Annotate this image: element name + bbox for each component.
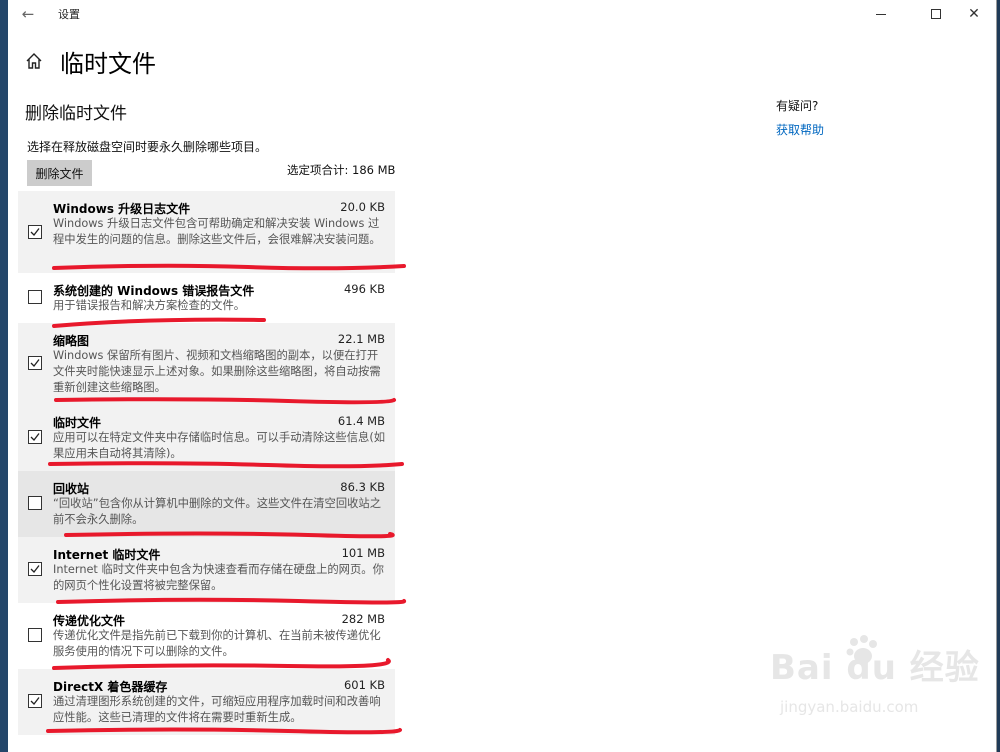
list-item-windows-upgrade-logs[interactable]: Windows 升级日志文件 20.0 KB Windows 升级日志文件包含可… xyxy=(18,191,395,273)
home-icon[interactable] xyxy=(25,52,43,70)
item-title: Windows 升级日志文件 xyxy=(53,202,191,216)
item-size: 101 MB xyxy=(341,546,385,560)
item-description: 应用可以在特定文件夹中存储临时信息。可以手动清除这些信息(如果应用未自动将其清除… xyxy=(53,431,386,460)
page-title: 临时文件 xyxy=(60,50,156,78)
checkmark-icon xyxy=(30,228,40,236)
watermark-url: jingyan.baidu.com xyxy=(780,698,919,716)
item-size: 22.1 MB xyxy=(337,332,385,346)
delete-files-button[interactable]: 删除文件 xyxy=(27,160,92,186)
checkmark-icon xyxy=(30,565,40,573)
item-size: 601 KB xyxy=(343,678,385,692)
item-description: Internet 临时文件夹中包含为快速查看而存储在硬盘上的网页。你的网页个性化… xyxy=(53,563,384,592)
checkbox-thumbnails[interactable] xyxy=(28,356,42,370)
close-button[interactable]: ✕ xyxy=(952,0,996,28)
checkbox-error-reports[interactable] xyxy=(28,290,42,304)
settings-window: ← 设置 ✕ 临时文件 删除临时文件 选择在释放磁盘空间时要永久删除哪些项目。 … xyxy=(8,0,997,752)
item-title: 系统创建的 Windows 错误报告文件 xyxy=(53,284,255,298)
list-item-thumbnails[interactable]: 缩略图 22.1 MB Windows 保留所有图片、视频和文档缩略图的副本，以… xyxy=(18,323,395,405)
list-item-error-reports[interactable]: 系统创建的 Windows 错误报告文件 496 KB 用于错误报告和解决方案检… xyxy=(18,273,395,323)
list-item-recycle-bin[interactable]: 回收站 86.3 KB “回收站”包含你从计算机中删除的文件。这些文件在清空回收… xyxy=(18,471,395,537)
list-item-delivery-optimization[interactable]: 传递优化文件 282 MB 传递优化文件是指先前已下载到你的计算机、在当前未被传… xyxy=(18,603,395,669)
list-item-directx-shader-cache[interactable]: DirectX 着色器缓存 601 KB 通过清理图形系统创建的文件，可缩短应用… xyxy=(18,669,395,735)
maximize-icon xyxy=(931,9,941,19)
list-item-temporary-files[interactable]: 临时文件 61.4 MB 应用可以在特定文件夹中存储临时信息。可以手动清除这些信… xyxy=(18,405,395,471)
item-title: Internet 临时文件 xyxy=(53,548,161,562)
checkbox-delivery-optimization[interactable] xyxy=(28,628,42,642)
section-title: 删除临时文件 xyxy=(25,104,127,124)
back-arrow-icon[interactable]: ← xyxy=(14,2,42,26)
checkbox-directx-shader-cache[interactable] xyxy=(28,694,42,708)
checkbox-internet-temp-files[interactable] xyxy=(28,562,42,576)
item-size: 61.4 MB xyxy=(337,414,385,428)
close-icon: ✕ xyxy=(968,6,980,22)
item-description: 用于错误报告和解决方案检查的文件。 xyxy=(53,299,246,312)
item-description: 通过清理图形系统创建的文件，可缩短应用程序加载时间和改善响应性能。这些已清理的文… xyxy=(53,695,381,724)
item-size: 86.3 KB xyxy=(340,480,385,494)
title-bar: ← 设置 ✕ xyxy=(8,0,996,28)
checkbox-temporary-files[interactable] xyxy=(28,430,42,444)
item-description: Windows 升级日志文件包含可帮助确定和解决安装 Windows 过程中发生… xyxy=(53,217,381,246)
desktop-background xyxy=(0,0,8,752)
item-description: “回收站”包含你从计算机中删除的文件。这些文件在清空回收站之前不会永久删除。 xyxy=(53,497,382,526)
checkmark-icon xyxy=(30,359,40,367)
item-size: 496 KB xyxy=(343,282,385,296)
selected-total: 选定项合计: 186 MB xyxy=(287,163,396,177)
item-title: 回收站 xyxy=(53,482,90,496)
list-item-internet-temp-files[interactable]: Internet 临时文件 101 MB Internet 临时文件夹中包含为快… xyxy=(18,537,395,603)
minimize-button[interactable] xyxy=(859,0,903,28)
help-question: 有疑问? xyxy=(776,99,819,113)
item-title: 临时文件 xyxy=(53,416,102,430)
checkbox-recycle-bin[interactable] xyxy=(28,496,42,510)
item-title: 缩略图 xyxy=(53,334,90,348)
item-title: 传递优化文件 xyxy=(53,614,126,628)
checkbox-windows-upgrade-logs[interactable] xyxy=(28,225,42,239)
page-description: 选择在释放磁盘空间时要永久删除哪些项目。 xyxy=(27,140,268,154)
checkmark-icon xyxy=(30,433,40,441)
item-description: 传递优化文件是指先前已下载到你的计算机、在当前未被传递优化服务使用的情况下可以删… xyxy=(53,629,381,658)
get-help-link[interactable]: 获取帮助 xyxy=(776,121,824,138)
minimize-icon xyxy=(876,13,886,15)
item-size: 282 MB xyxy=(341,612,385,626)
checkmark-icon xyxy=(30,697,40,705)
item-description: Windows 保留所有图片、视频和文档缩略图的副本，以便在打开文件夹时能快速显… xyxy=(53,349,381,394)
window-title: 设置 xyxy=(58,8,80,21)
item-size: 20.0 KB xyxy=(340,200,385,214)
item-title: DirectX 着色器缓存 xyxy=(53,680,168,694)
paw-icon xyxy=(846,635,877,664)
